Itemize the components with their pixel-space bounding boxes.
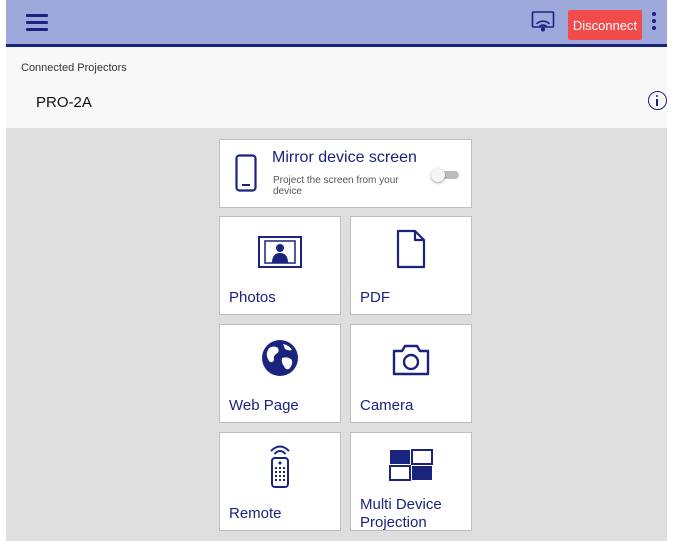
pdf-tile[interactable]: PDF xyxy=(350,216,472,315)
tile-label-remote: Remote xyxy=(229,505,282,522)
more-vertical-icon[interactable] xyxy=(650,12,658,34)
mirror-toggle[interactable] xyxy=(431,168,461,182)
multi-device-projection-tile[interactable]: Multi Device Projection xyxy=(350,432,472,531)
connected-projectors-label: Connected Projectors xyxy=(21,62,127,74)
web-page-tile[interactable]: Web Page xyxy=(219,324,341,423)
connected-projectors-panel: Connected Projectors PRO-2A xyxy=(6,47,667,128)
app-frame: Disconnect Connected Projectors PRO-2A M… xyxy=(6,0,667,541)
mirror-description: Project the screen from your device xyxy=(273,175,399,197)
tile-label-camera: Camera xyxy=(360,397,414,414)
photo-icon xyxy=(258,236,302,268)
hamburger-menu-icon[interactable] xyxy=(26,14,48,32)
tile-label-photos: Photos xyxy=(229,289,276,306)
remote-control-icon xyxy=(270,445,290,488)
globe-icon xyxy=(262,340,298,376)
projector-cast-icon[interactable] xyxy=(531,10,555,34)
photos-tile[interactable]: Photos xyxy=(219,216,341,315)
multi-device-icon xyxy=(389,449,433,481)
camera-icon xyxy=(392,344,430,376)
info-icon[interactable] xyxy=(648,91,667,110)
smartphone-icon xyxy=(235,154,257,192)
disconnect-button[interactable]: Disconnect xyxy=(568,10,642,40)
camera-tile[interactable]: Camera xyxy=(350,324,472,423)
projector-name: PRO-2A xyxy=(36,94,92,111)
mirror-title: Mirror device screen xyxy=(272,149,417,166)
remote-tile[interactable]: Remote xyxy=(219,432,341,531)
tile-label-web-page: Web Page xyxy=(229,397,299,414)
tile-label-multi-device-projection: Multi Device Projection xyxy=(360,496,442,531)
document-icon xyxy=(396,229,426,269)
tile-label-pdf: PDF xyxy=(360,289,390,306)
mirror-device-screen-tile[interactable]: Mirror device screen Project the screen … xyxy=(219,139,472,208)
app-bar: Disconnect xyxy=(6,0,667,47)
